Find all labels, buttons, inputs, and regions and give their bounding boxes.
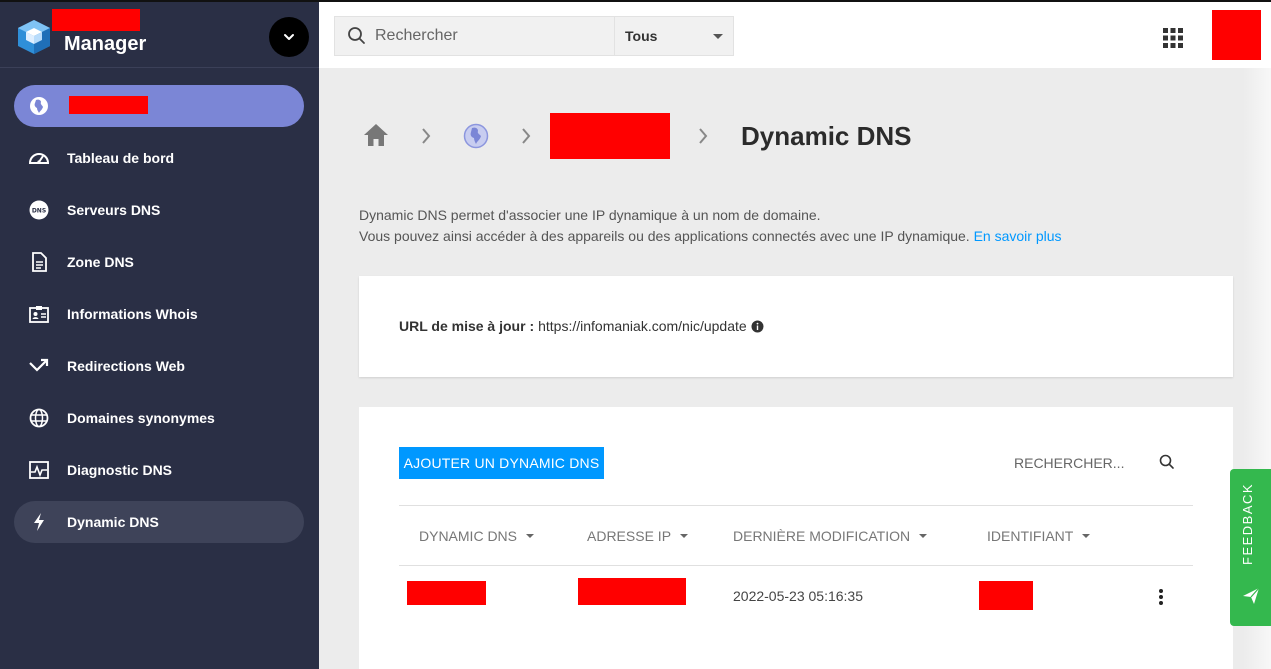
description-line-2: Vous pouvez ainsi accéder à des appareil… — [359, 226, 1062, 247]
home-icon[interactable] — [363, 123, 389, 147]
globe-africa-icon[interactable] — [463, 123, 489, 149]
column-header-label: DERNIÈRE MODIFICATION — [733, 528, 911, 544]
chevron-right-icon — [699, 128, 708, 144]
column-header-label: DYNAMIC DNS — [419, 528, 518, 544]
sidebar-item-label: Tableau de bord — [67, 150, 175, 166]
sort-caret-icon — [919, 534, 928, 538]
breadcrumb-domain-redacted[interactable] — [550, 113, 670, 159]
domain-name-redacted — [69, 96, 148, 114]
update-url-row: URL de mise à jour : https://infomaniak.… — [399, 318, 764, 334]
sidebar-item-label: Redirections Web — [67, 358, 185, 374]
row-more-options-icon[interactable] — [1151, 586, 1171, 608]
document-icon — [28, 251, 50, 273]
caret-down-icon — [713, 34, 723, 39]
column-header-last-modified[interactable]: DERNIÈRE MODIFICATION — [733, 528, 928, 544]
column-header-ip-address[interactable]: ADRESSE IP — [587, 528, 689, 544]
chevron-down-icon — [284, 34, 294, 40]
sidebar-item-label: Dynamic DNS — [67, 514, 159, 530]
sidebar-item-label: Serveurs DNS — [67, 202, 161, 218]
top-bar: Tous — [319, 0, 1271, 68]
brand-header: Manager — [0, 2, 319, 68]
sidebar: Manager Tableau de bord DNS Serveurs DNS… — [0, 0, 319, 669]
table-search-input[interactable] — [1014, 455, 1134, 471]
search-icon — [348, 27, 365, 44]
sidebar-item-label: Diagnostic DNS — [67, 462, 173, 478]
sort-caret-icon — [1082, 534, 1091, 538]
globe-africa-icon — [30, 97, 48, 115]
sidebar-item-label: Zone DNS — [67, 254, 134, 270]
sort-caret-icon — [526, 534, 535, 538]
sidebar-item-whois[interactable]: Informations Whois — [14, 293, 304, 335]
dns-badge-icon: DNS — [28, 199, 50, 221]
add-dynamic-dns-button[interactable]: AJOUTER UN DYNAMIC DNS — [399, 447, 604, 479]
table-divider — [399, 505, 1193, 506]
sidebar-item-dns-zone[interactable]: Zone DNS — [14, 241, 304, 283]
brand-name: Manager — [64, 33, 147, 55]
page-description: Dynamic DNS permet d'associer une IP dyn… — [359, 205, 1062, 247]
search-scope-value: Tous — [625, 28, 658, 44]
description-line-1: Dynamic DNS permet d'associer une IP dyn… — [359, 207, 821, 223]
svg-text:DNS: DNS — [32, 208, 46, 215]
update-url-label: URL de mise à jour : — [399, 318, 535, 334]
dynamic-dns-cell-redacted — [407, 581, 486, 605]
search-input[interactable] — [375, 25, 605, 47]
lightning-icon — [28, 511, 50, 533]
redirect-arrow-icon — [28, 355, 50, 377]
sidebar-item-label: Informations Whois — [67, 306, 198, 322]
feedback-label: FEEDBACK — [1240, 482, 1255, 565]
brand-redacted — [52, 9, 140, 31]
chevron-right-icon — [422, 128, 431, 144]
ip-address-cell-redacted — [578, 578, 686, 605]
table-divider — [399, 565, 1193, 566]
sidebar-item-label: Domaines synonymes — [67, 410, 215, 426]
search-icon[interactable] — [1159, 454, 1175, 470]
menu-expand-button[interactable] — [269, 17, 309, 57]
sidebar-item-web-redirects[interactable]: Redirections Web — [14, 345, 304, 387]
column-header-label: ADRESSE IP — [587, 528, 672, 544]
sidebar-item-synonym-domains[interactable]: Domaines synonymes — [14, 397, 304, 439]
sort-caret-icon — [680, 534, 689, 538]
learn-more-link[interactable]: En savoir plus — [974, 228, 1062, 244]
dynamic-dns-table-card: AJOUTER UN DYNAMIC DNS DYNAMIC DNS ADRES… — [359, 407, 1233, 669]
column-header-dynamic-dns[interactable]: DYNAMIC DNS — [419, 528, 535, 544]
sidebar-item-dns-diagnostic[interactable]: Diagnostic DNS — [14, 449, 304, 491]
send-plane-icon — [1243, 587, 1260, 604]
id-card-icon — [28, 303, 50, 325]
chevron-right-icon — [522, 128, 531, 144]
dashboard-gauge-icon — [28, 147, 50, 169]
update-url-card: URL de mise à jour : https://infomaniak.… — [359, 276, 1233, 377]
pulse-icon — [28, 459, 50, 481]
page-title: Dynamic DNS — [741, 121, 912, 151]
apps-grid-icon[interactable] — [1162, 27, 1184, 49]
update-url-value: https://infomaniak.com/nic/update — [538, 318, 747, 334]
sidebar-item-dns-servers[interactable]: DNS Serveurs DNS — [14, 189, 304, 231]
description-line-2-text: Vous pouvez ainsi accéder à des appareil… — [359, 228, 970, 244]
sidebar-item-dynamic-dns[interactable]: Dynamic DNS — [14, 501, 304, 543]
user-avatar-redacted[interactable] — [1212, 10, 1261, 60]
info-icon[interactable] — [751, 320, 764, 333]
domain-selector[interactable] — [14, 85, 304, 127]
global-search — [334, 16, 615, 56]
manager-logo-icon[interactable] — [16, 18, 52, 56]
globe-icon — [28, 407, 50, 429]
search-scope-select[interactable]: Tous — [614, 16, 734, 56]
column-header-identifier[interactable]: IDENTIFIANT — [987, 528, 1091, 544]
column-header-label: IDENTIFIANT — [987, 528, 1074, 544]
last-modified-cell: 2022-05-23 05:16:35 — [733, 588, 863, 604]
feedback-tab[interactable]: FEEDBACK — [1230, 469, 1271, 626]
identifier-cell-redacted — [979, 581, 1033, 610]
sidebar-item-dashboard[interactable]: Tableau de bord — [14, 137, 304, 179]
